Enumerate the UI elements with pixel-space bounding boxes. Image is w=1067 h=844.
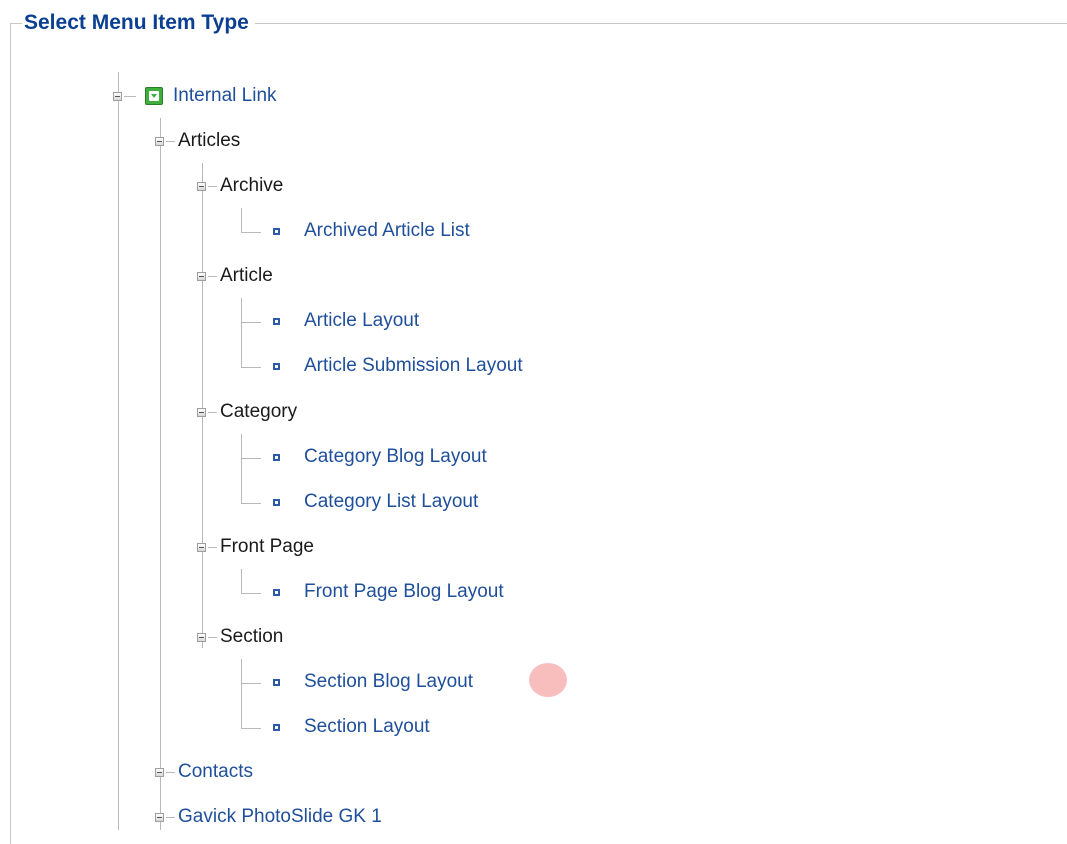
- menu-item-label[interactable]: Front Page Blog Layout: [304, 581, 504, 603]
- node-label-internal-link[interactable]: Internal Link: [173, 85, 277, 107]
- menu-item-icon: [273, 498, 280, 506]
- node-label-archive: Archive: [220, 175, 284, 196]
- menu-item-label[interactable]: Section Layout: [304, 716, 430, 738]
- menu-item-label[interactable]: Article Submission Layout: [304, 355, 523, 377]
- menu-item-front-page-blog-layout[interactable]: Front Page Blog Layout: [273, 577, 504, 607]
- cursor-highlight: [529, 663, 567, 697]
- tree-line: [241, 659, 242, 728]
- tree-dash: [208, 636, 217, 638]
- tree-line: [241, 208, 242, 232]
- tree-line: [160, 118, 161, 830]
- menu-item-label[interactable]: Category Blog Layout: [304, 446, 487, 468]
- tree-line: [241, 683, 261, 684]
- menu-item-icon: [273, 317, 280, 325]
- node-label-contacts[interactable]: Contacts: [178, 761, 253, 783]
- tree-dash: [208, 185, 217, 187]
- tree-node-article[interactable]: Article: [197, 261, 273, 291]
- menu-item-icon: [273, 453, 280, 461]
- collapse-icon[interactable]: [197, 181, 206, 191]
- collapse-icon[interactable]: [155, 812, 164, 822]
- tree-line: [241, 569, 242, 593]
- tree-node-front-page[interactable]: Front Page: [197, 532, 314, 562]
- tree-line: [118, 72, 119, 830]
- collapse-icon[interactable]: [155, 136, 164, 146]
- tree-node-gavick-photoslide[interactable]: Gavick PhotoSlide GK 1: [155, 802, 382, 832]
- dropdown-arrow-icon[interactable]: [145, 87, 163, 105]
- tree-node-category[interactable]: Category: [197, 397, 297, 427]
- tree-dash: [208, 546, 217, 548]
- menu-item-archived-article-list[interactable]: Archived Article List: [273, 216, 470, 246]
- tree-dash: [208, 275, 217, 277]
- tree-line: [241, 232, 261, 233]
- collapse-icon[interactable]: [197, 632, 206, 642]
- menu-item-icon: [273, 678, 280, 686]
- menu-item-article-submission-layout[interactable]: Article Submission Layout: [273, 351, 523, 381]
- tree-line: [241, 728, 261, 729]
- menu-item-section-layout[interactable]: Section Layout: [273, 712, 430, 742]
- tree-node-articles[interactable]: Articles: [155, 126, 240, 156]
- node-label-section: Section: [220, 626, 284, 647]
- menu-item-icon: [273, 362, 280, 370]
- menu-item-icon: [273, 227, 280, 235]
- tree-line: [241, 458, 261, 459]
- collapse-icon[interactable]: [197, 542, 206, 552]
- tree-node-internal-link[interactable]: Internal Link: [113, 81, 277, 111]
- tree-line: [241, 593, 261, 594]
- node-label-article: Article: [220, 265, 273, 286]
- menu-item-icon: [273, 588, 280, 596]
- tree-line: [241, 298, 242, 367]
- menu-item-label[interactable]: Category List Layout: [304, 491, 478, 513]
- collapse-icon[interactable]: [197, 271, 206, 281]
- node-label-category: Category: [220, 401, 298, 422]
- menu-item-article-layout[interactable]: Article Layout: [273, 306, 419, 336]
- tree-dash: [166, 816, 175, 818]
- menu-item-label[interactable]: Article Layout: [304, 310, 419, 332]
- fieldset-legend: Select Menu Item Type: [22, 9, 255, 37]
- tree-node-archive[interactable]: Archive: [197, 171, 283, 201]
- tree-dash: [208, 411, 217, 413]
- menu-item-section-blog-layout[interactable]: Section Blog Layout: [273, 667, 473, 697]
- menu-item-category-list-layout[interactable]: Category List Layout: [273, 487, 478, 517]
- menu-item-label[interactable]: Archived Article List: [304, 220, 470, 242]
- tree-line: [241, 322, 261, 323]
- menu-item-category-blog-layout[interactable]: Category Blog Layout: [273, 442, 487, 472]
- tree-dash: [124, 95, 136, 97]
- tree-line: [241, 503, 261, 504]
- tree-line: [241, 434, 242, 503]
- menu-item-icon: [273, 723, 280, 731]
- tree-node-section[interactable]: Section: [197, 622, 283, 652]
- tree-dash: [166, 140, 175, 142]
- node-label-gavick-photoslide[interactable]: Gavick PhotoSlide GK 1: [178, 806, 382, 828]
- collapse-icon[interactable]: [155, 767, 164, 777]
- menu-item-label[interactable]: Section Blog Layout: [304, 671, 473, 693]
- tree-dash: [166, 771, 175, 773]
- collapse-icon[interactable]: [197, 407, 206, 417]
- node-label-front-page: Front Page: [220, 536, 314, 557]
- collapse-icon[interactable]: [113, 91, 122, 101]
- node-label-articles: Articles: [178, 130, 241, 151]
- tree-node-contacts[interactable]: Contacts: [155, 757, 253, 787]
- tree-line: [241, 367, 261, 368]
